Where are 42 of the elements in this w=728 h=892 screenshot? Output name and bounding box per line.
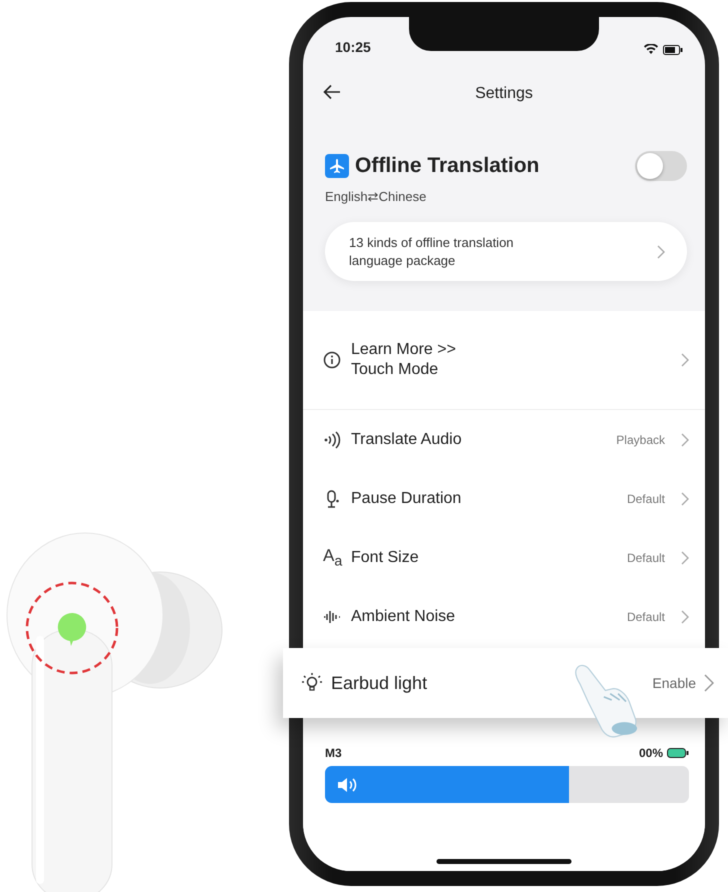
speaker-icon <box>337 776 357 793</box>
chevron-icon <box>681 610 689 624</box>
row-label: Font Size <box>351 548 420 567</box>
toggle-switch[interactable] <box>635 151 687 181</box>
row-value: Default <box>626 492 665 506</box>
battery-icon <box>663 44 683 54</box>
row-label: Learn More >> <box>351 341 457 360</box>
row-value: Default <box>626 550 665 565</box>
settings-row[interactable]: A$_{a}$ Font Size Default <box>303 528 705 588</box>
row-value: Enable <box>652 675 696 691</box>
chevron-icon <box>704 674 714 692</box>
device-name: M3 <box>325 746 342 760</box>
chevron-icon <box>657 244 665 259</box>
back-arrow-icon[interactable] <box>323 84 341 100</box>
battery-percent: 00% <box>638 746 663 760</box>
row-value: Playback <box>616 432 665 447</box>
settings-row[interactable]: Pause Duration Default <box>303 469 705 528</box>
row-sublabel: Touch Mode <box>351 361 440 380</box>
settings-row[interactable]: Translate Audio Playback <box>303 410 705 470</box>
wifi-icon <box>644 44 658 55</box>
settings-row[interactable]: Ambient Noise Default <box>303 587 705 646</box>
highlighted-settings-row[interactable]: Earbud light Enable <box>283 648 728 718</box>
sound-waves-icon <box>323 430 341 449</box>
info-icon <box>323 351 341 370</box>
volume-slider[interactable] <box>325 766 689 804</box>
screen-title: Settings <box>475 85 533 103</box>
airplane-icon <box>325 154 349 178</box>
row-value: Default <box>626 610 665 624</box>
row-label: Translate Audio <box>351 430 463 449</box>
chevron-icon <box>681 550 689 565</box>
language-package-link[interactable]: 13 kinds of offline translation language package <box>325 222 687 282</box>
battery-icon <box>667 748 689 758</box>
section-title: Offline Translation <box>355 154 540 178</box>
row-label: Pause Duration <box>351 490 462 508</box>
row-label: Earbud light <box>331 672 428 694</box>
status-time: 10:25 <box>335 39 371 55</box>
language-pair: English⇄Chinese <box>325 189 428 204</box>
row-label: Ambient Noise <box>351 608 456 626</box>
chevron-icon <box>681 432 689 447</box>
font-size-icon: A$_{a}$ <box>323 546 341 570</box>
chevron-icon <box>681 492 689 506</box>
chevron-icon <box>681 353 689 368</box>
